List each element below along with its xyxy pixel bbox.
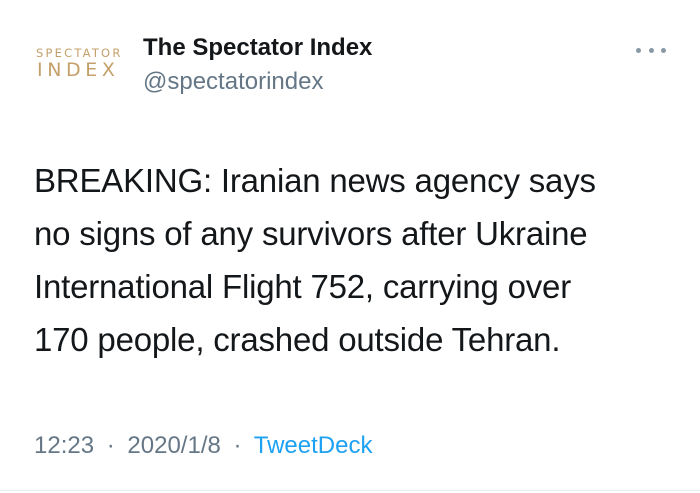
tweet-time[interactable]: 12:23 [34,432,94,459]
meta-separator: · [233,432,242,459]
more-horizontal-icon [661,47,666,53]
author-handle[interactable]: @spectatorindex [143,68,323,96]
tweet-text-line: no signs of any survivors after Ukraine [34,215,588,252]
tweet-date[interactable]: 2020/1/8 [127,432,220,459]
meta-separator: · [106,432,115,459]
author-display-name[interactable]: The Spectator Index [143,34,372,62]
avatar-logo-top: SPECTATOR [36,46,123,60]
more-horizontal-icon [648,47,654,53]
more-horizontal-icon [636,47,641,53]
tweet-text-line: International Flight 752, carrying over [34,268,571,305]
tweet-source-link[interactable]: TweetDeck [254,432,373,459]
more-options-button[interactable] [636,40,666,60]
tweet-text-line: BREAKING: Iranian news agency says [34,162,596,199]
tweet-card: SPECTATOR INDEX The Spectator Index @spe… [0,0,700,493]
tweet-text-line: 170 people, crashed outside Tehran. [34,321,561,358]
tweet-text: BREAKING: Iranian news agency says no si… [34,154,674,366]
divider [0,490,700,491]
avatar-logo-bottom: INDEX [37,59,120,81]
tweet-meta: 12:23 · 2020/1/8 · TweetDeck [34,432,372,460]
avatar[interactable]: SPECTATOR INDEX [30,46,130,86]
